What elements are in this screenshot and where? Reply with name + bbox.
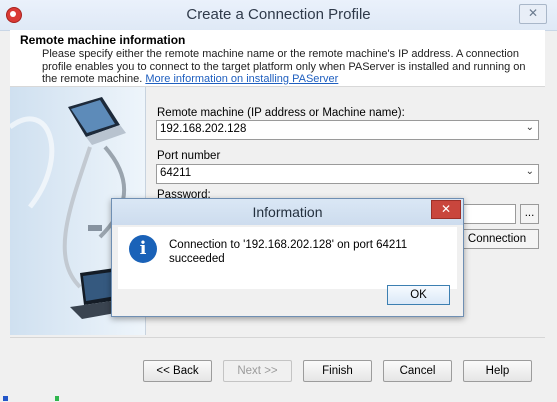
- remote-machine-combobox[interactable]: 192.168.202.128 ⌄: [156, 120, 539, 140]
- info-icon: i: [129, 235, 157, 263]
- wizard-header: Remote machine information Please specif…: [10, 30, 545, 87]
- help-button[interactable]: Help: [463, 360, 532, 382]
- title-bar: Create a Connection Profile ✕: [0, 0, 557, 31]
- cancel-button[interactable]: Cancel: [383, 360, 452, 382]
- ok-button[interactable]: OK: [387, 285, 450, 305]
- finish-button[interactable]: Finish: [303, 360, 372, 382]
- window-close-button[interactable]: ✕: [519, 4, 547, 24]
- footer-divider: [10, 337, 545, 338]
- information-dialog: Information ✕ i Connection to '192.168.2…: [111, 198, 464, 317]
- port-number-label: Port number: [157, 150, 221, 162]
- chevron-down-icon[interactable]: ⌄: [526, 166, 534, 177]
- back-button[interactable]: << Back: [143, 360, 212, 382]
- dialog-body: i Connection to '192.168.202.128' on por…: [118, 227, 457, 289]
- taskbar-indicators: [3, 396, 59, 401]
- window-title: Create a Connection Profile: [186, 6, 371, 23]
- remote-machine-value: 192.168.202.128: [160, 123, 247, 135]
- chevron-down-icon[interactable]: ⌄: [526, 122, 534, 133]
- port-number-combobox[interactable]: 64211 ⌄: [156, 164, 539, 184]
- next-button[interactable]: Next >>: [223, 360, 292, 382]
- browse-button[interactable]: ...: [520, 204, 539, 224]
- header-title: Remote machine information: [20, 33, 186, 47]
- port-number-value: 64211: [160, 167, 192, 179]
- paserver-info-link[interactable]: More information on installing PAServer: [145, 73, 338, 85]
- remote-machine-label: Remote machine (IP address or Machine na…: [157, 107, 405, 119]
- header-description: Please specify either the remote machine…: [42, 48, 537, 86]
- dialog-title-bar: Information ✕: [112, 199, 463, 225]
- dialog-title: Information: [252, 204, 323, 220]
- dialog-close-button[interactable]: ✕: [431, 200, 461, 219]
- test-connection-button[interactable]: Connection: [455, 229, 539, 249]
- computer-icon: [68, 97, 126, 145]
- dialog-message: Connection to '192.168.202.128' on port …: [169, 239, 408, 265]
